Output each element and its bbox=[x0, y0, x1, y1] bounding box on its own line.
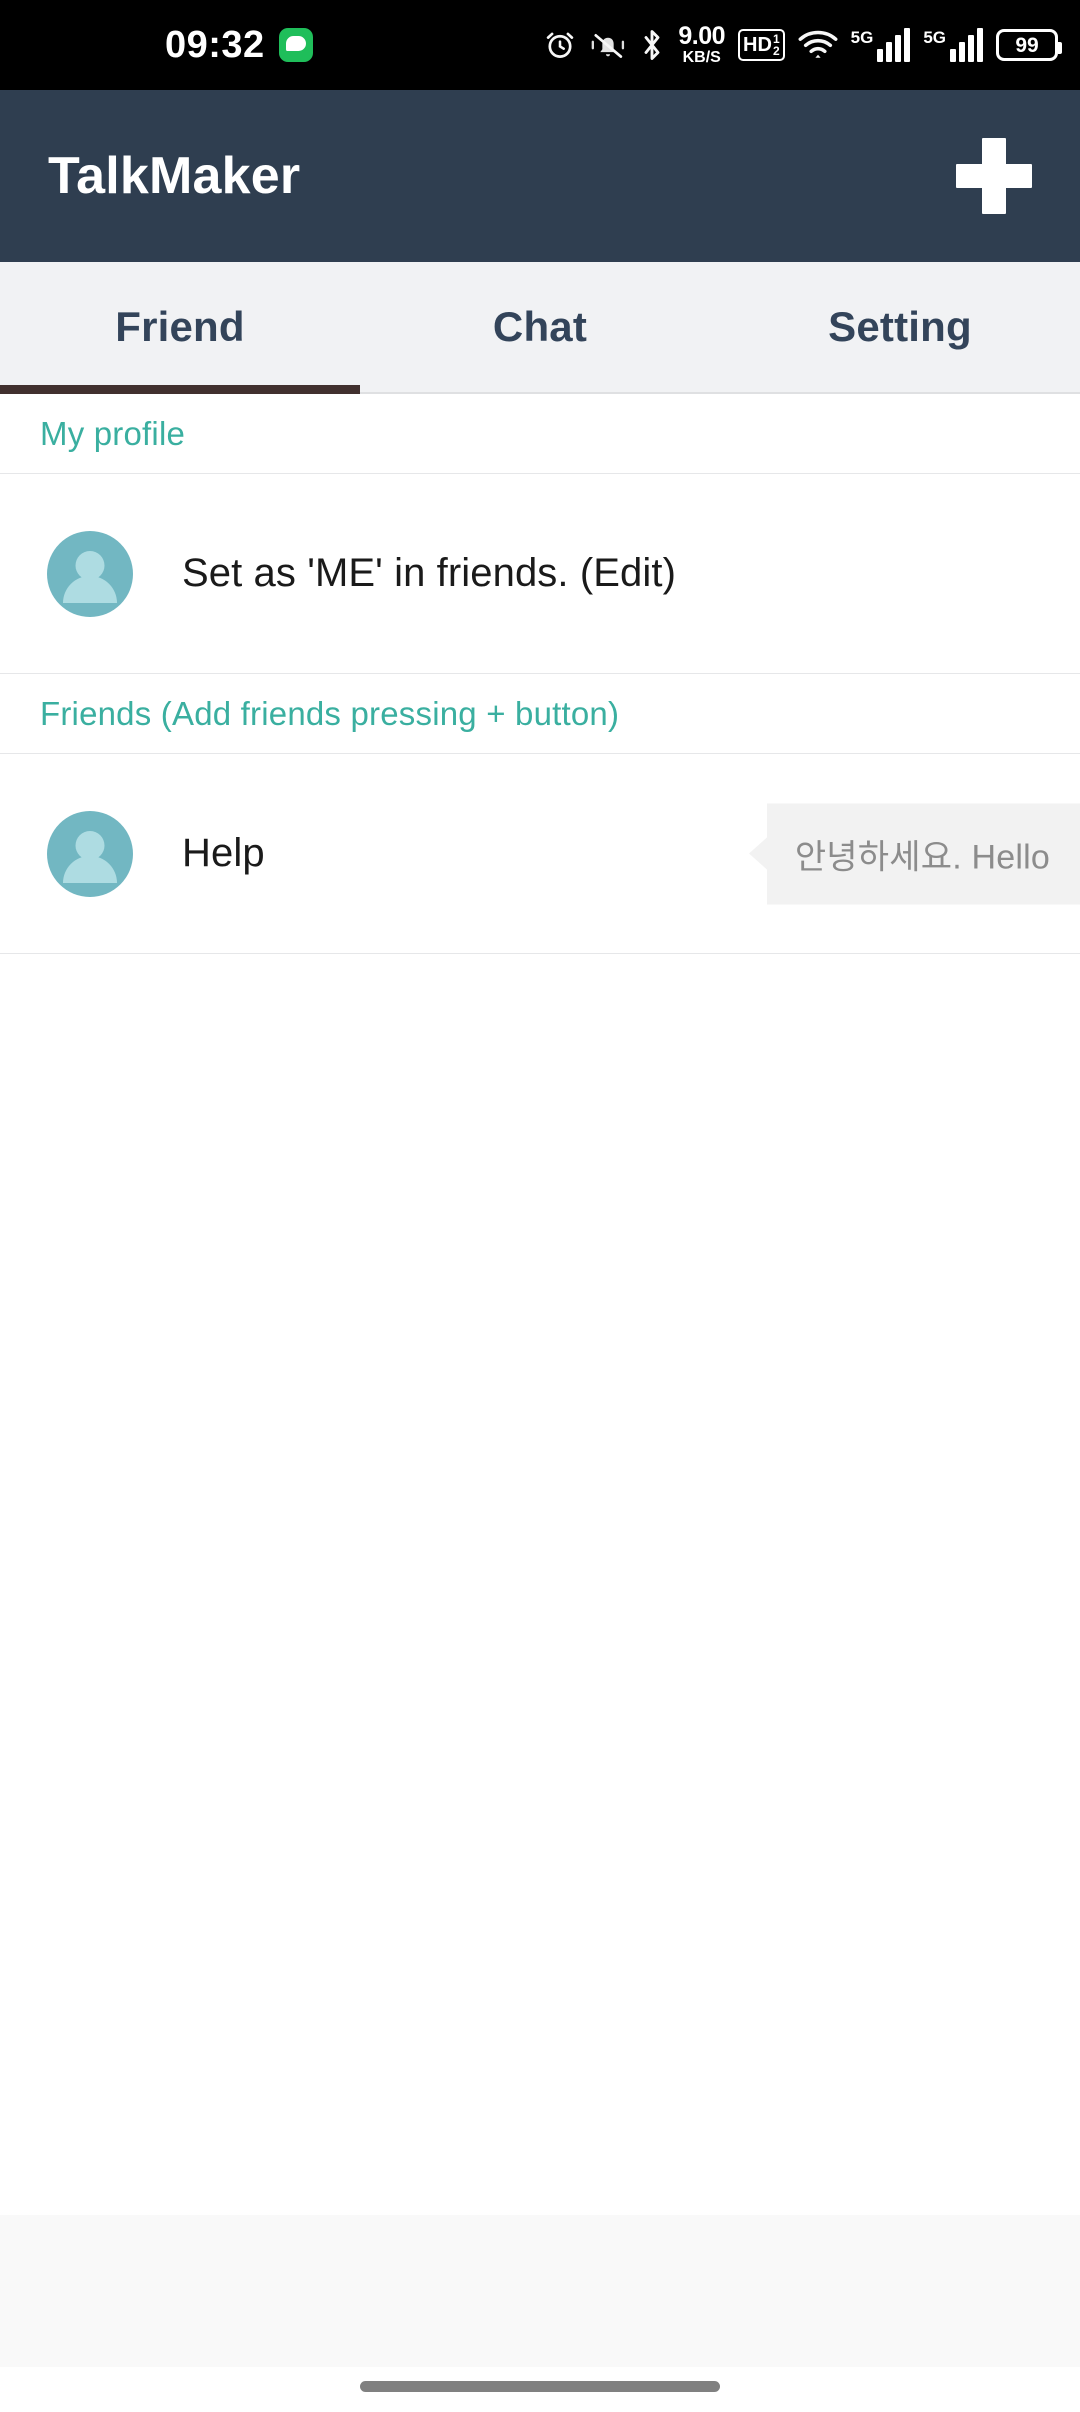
tab-setting-label: Setting bbox=[828, 303, 972, 350]
network-speed-value: 9.00 bbox=[678, 22, 726, 50]
system-navigation-bar bbox=[0, 2367, 1080, 2412]
plus-icon bbox=[956, 138, 1032, 214]
list-item[interactable]: Set as 'ME' in friends. (Edit) bbox=[0, 474, 1080, 674]
tab-bar: Friend Chat Setting bbox=[0, 262, 1080, 394]
hd-sim-fraction: 1 2 bbox=[773, 33, 780, 57]
friend-list: My profile Set as 'ME' in friends. (Edit… bbox=[0, 394, 1080, 954]
person-placeholder-avatar bbox=[47, 530, 133, 617]
tab-friend-label: Friend bbox=[115, 303, 245, 350]
page-title: TalkMaker bbox=[48, 147, 301, 205]
home-gesture-pill[interactable] bbox=[360, 2381, 720, 2392]
list-item[interactable]: Help 안녕하세요. Hello bbox=[0, 754, 1080, 954]
status-clock: 09:32 bbox=[165, 24, 265, 66]
battery-level-label: 99 bbox=[1015, 33, 1039, 57]
avatar-body bbox=[63, 855, 117, 883]
ad-banner-slot bbox=[0, 2215, 1080, 2367]
status-bar-left: 09:32 bbox=[165, 0, 313, 90]
sim2-signal-indicator: 5G bbox=[923, 28, 983, 62]
add-friend-button[interactable] bbox=[942, 124, 1046, 228]
sim1-signal-bars bbox=[877, 28, 911, 62]
section-header-friends: Friends (Add friends pressing + button) bbox=[0, 674, 1080, 754]
network-speed-indicator: 9.00 KB/S bbox=[678, 24, 725, 66]
section-header-my-profile-label: My profile bbox=[40, 414, 186, 452]
bluetooth-icon bbox=[644, 30, 660, 60]
section-header-my-profile: My profile bbox=[0, 394, 1080, 474]
hd-voice-icon: HD 1 2 bbox=[738, 29, 785, 61]
my-profile-name: Set as 'ME' in friends. (Edit) bbox=[182, 551, 676, 595]
sim1-signal-indicator: 5G bbox=[851, 28, 911, 62]
hd-label: HD bbox=[743, 34, 772, 56]
network-speed-unit: KB/S bbox=[682, 49, 721, 66]
avatar-body bbox=[63, 575, 117, 603]
phone-screen: 09:32 9.00 KB/S HD 1 2 5G 5G 99 TalkMake… bbox=[0, 0, 1080, 2412]
battery-icon: 99 bbox=[996, 29, 1062, 61]
sim2-network-label: 5G bbox=[923, 28, 946, 47]
hd-sub: 2 bbox=[772, 44, 780, 58]
friend-status-message: 안녕하세요. Hello bbox=[794, 838, 1050, 876]
alarm-icon bbox=[547, 32, 574, 58]
friend-status-bubble: 안녕하세요. Hello bbox=[766, 803, 1080, 904]
status-bar-right: 9.00 KB/S HD 1 2 5G 5G 99 bbox=[543, 0, 1062, 90]
tab-chat-label: Chat bbox=[492, 303, 588, 350]
status-bar: 09:32 9.00 KB/S HD 1 2 5G 5G 99 bbox=[0, 0, 1080, 90]
kakaotalk-badge-icon bbox=[278, 28, 313, 62]
tab-setting[interactable]: Setting bbox=[720, 262, 1080, 392]
section-header-friends-label: Friends (Add friends pressing + button) bbox=[40, 694, 620, 732]
sim1-network-label: 5G bbox=[850, 28, 874, 47]
sim2-signal-bars bbox=[950, 28, 983, 62]
wifi-icon bbox=[798, 30, 838, 58]
app-bar: TalkMaker bbox=[0, 90, 1080, 262]
vibrate-mute-icon bbox=[592, 34, 625, 58]
tab-chat[interactable]: Chat bbox=[360, 262, 720, 392]
friend-name: Help bbox=[182, 831, 265, 875]
tab-friend[interactable]: Friend bbox=[0, 262, 360, 394]
person-placeholder-avatar bbox=[47, 810, 133, 897]
